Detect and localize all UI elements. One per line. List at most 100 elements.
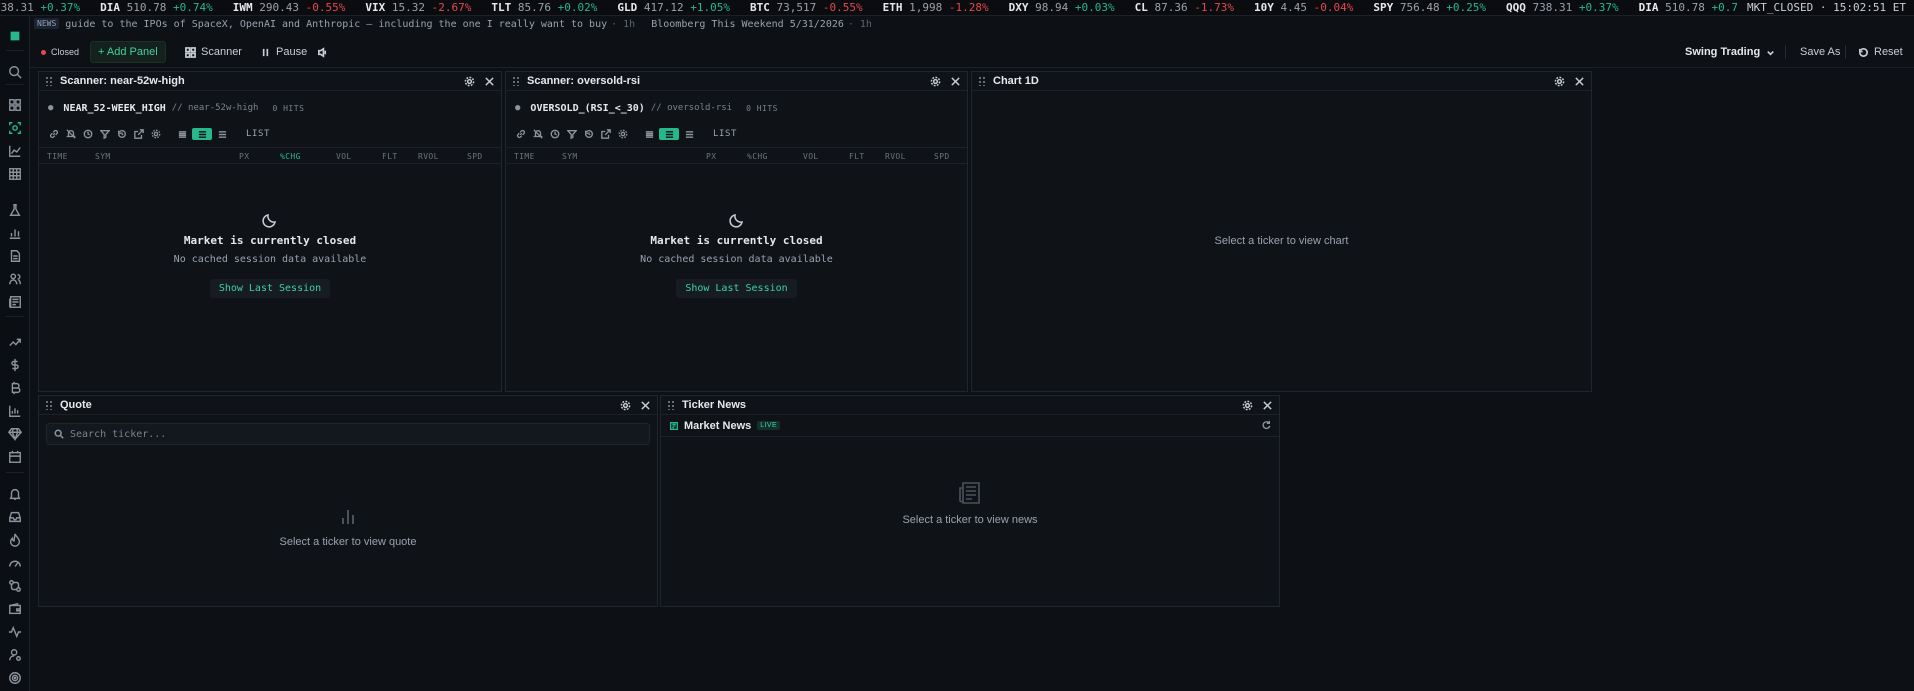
link-icon[interactable]: [49, 128, 59, 140]
pause-button[interactable]: Pause: [253, 41, 314, 63]
external-link-icon[interactable]: [601, 128, 611, 140]
scanner-icon[interactable]: [7, 120, 23, 136]
column-header-flt[interactable]: FLT: [849, 152, 865, 161]
gear-icon[interactable]: [619, 399, 631, 411]
density-wide-icon[interactable]: [212, 128, 232, 140]
history-icon[interactable]: [584, 128, 594, 140]
ticker-item[interactable]: TLT 85.76 +0.02%: [491, 1, 597, 14]
column-header-chg[interactable]: %CHG: [747, 152, 768, 161]
column-header-px[interactable]: PX: [239, 152, 249, 161]
users-icon[interactable]: [7, 271, 23, 287]
gauge-icon[interactable]: [7, 555, 23, 571]
density-toggle[interactable]: [639, 128, 699, 140]
density-normal-icon[interactable]: [192, 128, 212, 140]
flask-icon[interactable]: [7, 202, 23, 218]
drag-handle[interactable]: [667, 400, 675, 410]
dollar-icon[interactable]: [7, 357, 23, 373]
drag-handle[interactable]: [45, 400, 53, 410]
dashboard-icon[interactable]: [7, 97, 23, 113]
density-normal-icon[interactable]: [659, 128, 679, 140]
ticker-item[interactable]: QQQ 738.31 +0.37%: [1506, 1, 1619, 14]
ticker-item[interactable]: GLD 417.12 +1.05%: [617, 1, 730, 14]
filter-icon[interactable]: [100, 128, 110, 140]
grid-table-icon[interactable]: [7, 166, 23, 182]
column-header-rvol[interactable]: RVOL: [885, 152, 906, 161]
chart-line-icon[interactable]: [7, 143, 23, 159]
column-header-vol[interactable]: VOL: [336, 152, 352, 161]
ticker-item[interactable]: ETH 1,998 -1.28%: [883, 1, 989, 14]
column-header-rvol[interactable]: RVOL: [418, 152, 439, 161]
column-header-chg[interactable]: %CHG: [280, 152, 301, 161]
flame-icon[interactable]: [7, 532, 23, 548]
activity-icon[interactable]: [7, 624, 23, 640]
scanner-button[interactable]: Scanner: [178, 41, 249, 63]
drag-handle[interactable]: [978, 76, 986, 86]
save-as-button[interactable]: Save As: [1793, 41, 1847, 63]
column-header-vol[interactable]: VOL: [803, 152, 819, 161]
column-header-sym[interactable]: SYM: [95, 152, 111, 161]
close-icon[interactable]: [1573, 75, 1585, 87]
column-chart-icon[interactable]: [7, 403, 23, 419]
ticker-search-input[interactable]: [70, 428, 606, 440]
drag-handle[interactable]: [512, 76, 520, 86]
layout-select[interactable]: Swing Trading: [1678, 41, 1783, 63]
bell-icon[interactable]: [7, 486, 23, 502]
gear-icon[interactable]: [463, 75, 475, 87]
gear-icon[interactable]: [1241, 399, 1253, 411]
density-compact-icon[interactable]: [172, 128, 192, 140]
gem-icon[interactable]: [7, 426, 23, 442]
column-header-spd[interactable]: SPD: [467, 152, 483, 161]
external-link-icon[interactable]: [134, 128, 144, 140]
filter-icon[interactable]: [567, 128, 577, 140]
bitcoin-icon[interactable]: [7, 380, 23, 396]
drag-handle[interactable]: [45, 76, 53, 86]
ticker-search[interactable]: [46, 423, 650, 445]
inbox-icon[interactable]: [7, 509, 23, 525]
bar-chart-icon[interactable]: [7, 225, 23, 241]
reset-button[interactable]: Reset: [1851, 41, 1910, 63]
app-logo-icon[interactable]: [7, 28, 23, 44]
column-header-time[interactable]: TIME: [47, 152, 68, 161]
ticker-item[interactable]: 10Y 4.45 -0.04%: [1254, 1, 1353, 14]
close-icon[interactable]: [639, 399, 651, 411]
density-toggle[interactable]: [172, 128, 232, 140]
newspaper-icon[interactable]: [7, 294, 23, 310]
link-icon[interactable]: [516, 128, 526, 140]
ticker-item[interactable]: BTC 73,517 -0.55%: [750, 1, 863, 14]
density-wide-icon[interactable]: [679, 128, 699, 140]
ticker-item[interactable]: 738.31 +0.37%: [0, 1, 80, 14]
mute-button[interactable]: [310, 41, 335, 63]
bell-off-icon[interactable]: [66, 128, 76, 140]
bell-off-icon[interactable]: [533, 128, 543, 140]
document-icon[interactable]: [7, 248, 23, 264]
news-headline[interactable]: Bloomberg This Weekend 5/31/2026: [651, 19, 844, 30]
news-headline[interactable]: guide to the IPOs of SpaceX, OpenAI and …: [65, 19, 607, 30]
density-compact-icon[interactable]: [639, 128, 659, 140]
git-compare-icon[interactable]: [7, 578, 23, 594]
trending-icon[interactable]: [7, 334, 23, 350]
ticker-item[interactable]: CL 87.36 -1.73%: [1135, 1, 1234, 14]
show-last-session-button[interactable]: Show Last Session: [209, 279, 331, 298]
column-header-flt[interactable]: FLT: [382, 152, 398, 161]
wallet-icon[interactable]: [7, 601, 23, 617]
ticker-item[interactable]: DXY 98.94 +0.03%: [1009, 1, 1115, 14]
column-header-px[interactable]: PX: [706, 152, 716, 161]
search-icon[interactable]: [7, 64, 23, 80]
gear-icon[interactable]: [618, 128, 628, 140]
gear-icon[interactable]: [151, 128, 161, 140]
ticker-item[interactable]: VIX 15.32 -2.67%: [365, 1, 471, 14]
user-settings-icon[interactable]: [7, 647, 23, 663]
ticker-item[interactable]: SPY 756.48 +0.25%: [1373, 1, 1486, 14]
news-headline-strip[interactable]: NEWS guide to the IPOs of SpaceX, OpenAI …: [34, 18, 888, 32]
ticker-item[interactable]: DIA 510.78 +0.74%: [100, 1, 213, 14]
clock-icon[interactable]: [550, 128, 560, 140]
target-icon[interactable]: [7, 670, 23, 686]
list-view-label[interactable]: LIST: [713, 129, 737, 139]
history-icon[interactable]: [117, 128, 127, 140]
refresh-icon[interactable]: [1261, 419, 1271, 433]
ticker-item[interactable]: IWM 290.43 -0.55%: [233, 1, 346, 14]
list-view-label[interactable]: LIST: [246, 129, 270, 139]
column-header-sym[interactable]: SYM: [562, 152, 578, 161]
clock-icon[interactable]: [83, 128, 93, 140]
close-icon[interactable]: [1261, 399, 1273, 411]
